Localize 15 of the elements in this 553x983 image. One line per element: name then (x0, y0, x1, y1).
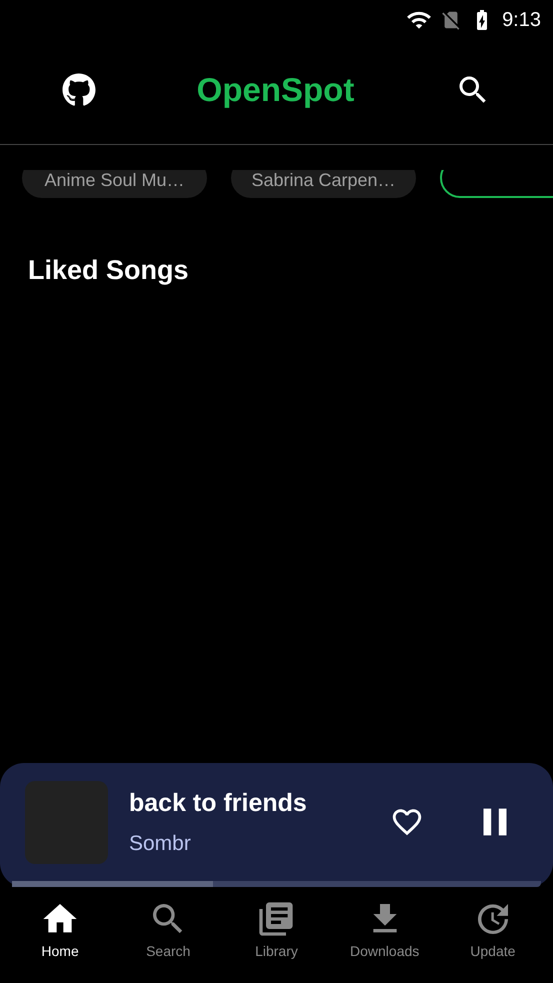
filter-chip[interactable]: Anime Soul Mu… (22, 170, 207, 198)
artist-name: Sombr (129, 831, 192, 857)
nav-tab[interactable]: Search (118, 899, 218, 962)
github-button[interactable] (62, 73, 96, 107)
section-title: Liked Songs (28, 254, 190, 287)
progress-track[interactable] (12, 881, 541, 887)
nav-tab[interactable]: Home (10, 899, 110, 962)
nav-tab[interactable]: Update (442, 899, 543, 962)
github-icon (62, 73, 96, 107)
app-title: OpenSpot (196, 70, 354, 110)
nav-tab[interactable]: Library (226, 899, 326, 962)
track-title: back to friends (129, 788, 308, 818)
nav-tab[interactable]: Downloads (334, 899, 435, 962)
clock: 9:13 (502, 8, 541, 33)
filter-chip[interactable]: Sabrina Carpen… (231, 170, 416, 198)
